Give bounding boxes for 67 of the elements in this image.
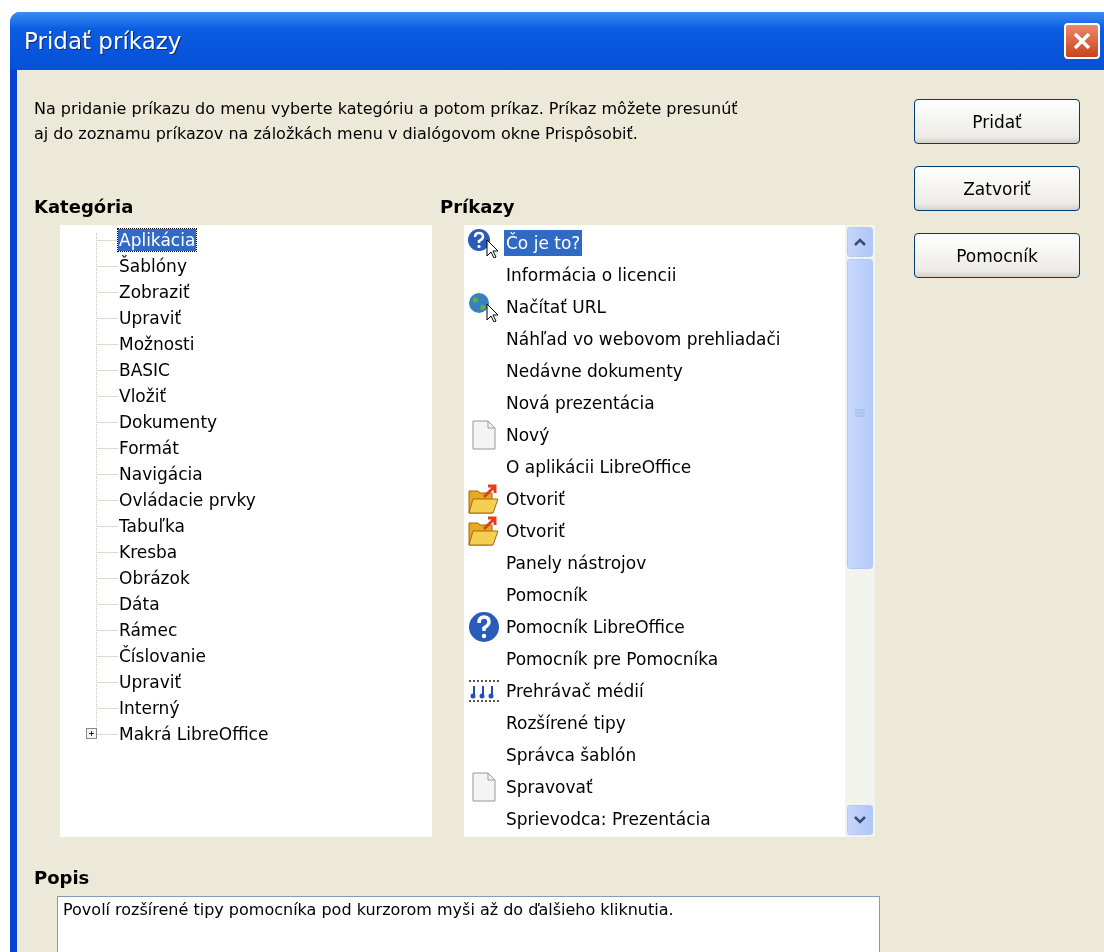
- tree-item[interactable]: Číslovanie: [118, 645, 207, 667]
- description-field: Povolí rozšírené tipy pomocníka pod kurzorom myši až do ďalšieho kliknutia.: [57, 896, 880, 952]
- tree-item[interactable]: Upraviť: [118, 307, 183, 329]
- list-item[interactable]: Panely nástrojov: [504, 550, 649, 576]
- tree-item[interactable]: Dokumenty: [118, 411, 219, 433]
- tree-item[interactable]: Vložiť: [118, 385, 168, 407]
- tree-item[interactable]: Upraviť: [118, 671, 183, 693]
- tree-item[interactable]: BASIC: [118, 359, 171, 381]
- tree-item[interactable]: Navigácia: [118, 463, 204, 485]
- list-item[interactable]: Otvoriť: [504, 486, 567, 512]
- tree-item[interactable]: Ovládacie prvky: [118, 489, 257, 511]
- list-item[interactable]: Pomocník: [504, 582, 590, 608]
- tree-item[interactable]: Rámec: [118, 619, 179, 641]
- tree-item[interactable]: Šablóny: [118, 255, 188, 277]
- tree-item[interactable]: Kresba: [118, 541, 179, 563]
- scrollbar-thumb[interactable]: [847, 259, 873, 569]
- list-item[interactable]: Nový: [504, 422, 552, 448]
- list-item[interactable]: Správca šablón: [504, 742, 639, 768]
- list-item[interactable]: Otvoriť: [504, 518, 567, 544]
- tree-item[interactable]: Zobraziť: [118, 281, 191, 303]
- chevron-up-icon: [853, 237, 867, 247]
- tree-item[interactable]: Makrá LibreOffice: [118, 723, 270, 745]
- scroll-down-button[interactable]: [847, 805, 873, 835]
- list-item[interactable]: Spravovať: [504, 774, 595, 800]
- scrollbar[interactable]: [845, 225, 875, 837]
- help-pointer-icon: [467, 228, 501, 258]
- instructions-text: Na pridanie príkazu do menu vyberte kategóriu a potom príkaz. Príkaz môžete presunúť: [34, 98, 739, 120]
- list-item[interactable]: Prehrávač médií: [504, 678, 646, 704]
- commands-heading: Príkazy: [440, 196, 516, 217]
- list-item[interactable]: Načítať URL: [504, 294, 609, 320]
- scroll-up-button[interactable]: [847, 227, 873, 257]
- category-heading: Kategória: [34, 196, 135, 217]
- instructions-text: aj do zoznamu príkazov na záložkách menu v dialógovom okne Prispôsobiť.: [34, 123, 639, 145]
- tree-item[interactable]: Formát: [118, 437, 180, 459]
- folder-icon: [468, 483, 500, 515]
- globe-pointer-icon: [467, 292, 501, 322]
- media-player-icon: [468, 678, 500, 704]
- help-icon: [468, 611, 500, 643]
- description-heading: Popis: [34, 867, 91, 888]
- list-item[interactable]: Pomocník LibreOffice: [504, 614, 687, 640]
- dialog-button[interactable]: Pomocník: [914, 233, 1080, 278]
- grip-icon: [855, 409, 865, 419]
- list-item[interactable]: Informácia o licencii: [504, 262, 679, 288]
- list-item[interactable]: Sprievodca: Prezentácia: [504, 806, 713, 832]
- list-item[interactable]: Pomocník pre Pomocníka: [504, 646, 721, 672]
- list-item[interactable]: Náhľad vo webovom prehliadači: [504, 326, 783, 352]
- expand-icon[interactable]: [86, 728, 97, 739]
- close-button[interactable]: [1064, 23, 1100, 59]
- list-item[interactable]: Nová prezentácia: [504, 390, 657, 416]
- tree-item[interactable]: Aplikácia: [118, 229, 197, 251]
- list-item[interactable]: Nedávne dokumenty: [504, 358, 685, 384]
- page-icon: [470, 772, 498, 802]
- close-icon: [1072, 31, 1092, 51]
- tree-item[interactable]: Dáta: [118, 593, 161, 615]
- page-icon: [470, 420, 498, 450]
- list-item[interactable]: Čo je to?: [504, 230, 583, 256]
- list-item[interactable]: Rozšírené tipy: [504, 710, 628, 736]
- chevron-down-icon: [853, 815, 867, 825]
- tree-item[interactable]: Tabuľka: [118, 515, 186, 537]
- window-title: Pridať príkazy: [24, 28, 182, 54]
- dialog-button[interactable]: Pridať: [914, 99, 1080, 144]
- dialog-button[interactable]: Zatvoriť: [914, 166, 1080, 211]
- tree-item[interactable]: Možnosti: [118, 333, 196, 355]
- tree-item[interactable]: Obrázok: [118, 567, 191, 589]
- folder-icon: [468, 515, 500, 547]
- tree-item[interactable]: Interný: [118, 697, 181, 719]
- list-item[interactable]: O aplikácii LibreOffice: [504, 454, 694, 480]
